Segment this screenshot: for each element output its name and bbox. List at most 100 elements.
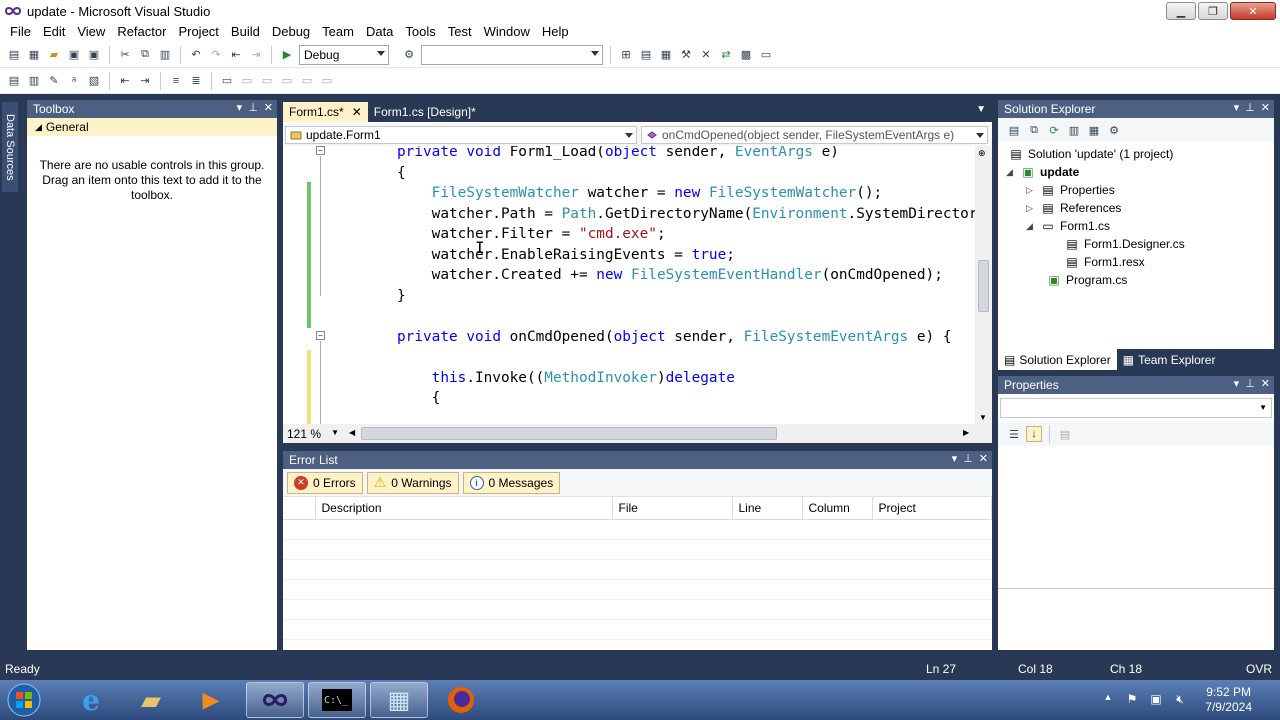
menu-tools[interactable]: Tools (399, 22, 441, 42)
menu-file[interactable]: File (4, 22, 37, 42)
tab-team-explorer[interactable]: ▦ Team Explorer (1117, 349, 1222, 370)
previous-bookmark-folder-icon[interactable]: ▭ (279, 73, 295, 89)
window-position-icon[interactable]: ▾ (1234, 101, 1240, 114)
clear-bookmarks-icon[interactable]: ▭ (319, 73, 335, 89)
close-tab-icon[interactable]: ✕ (352, 105, 362, 119)
refresh-icon[interactable]: ⟳ (1046, 122, 1062, 138)
menu-edit[interactable]: Edit (37, 22, 71, 42)
view-code-icon[interactable]: ▥ (1066, 122, 1082, 138)
taskbar-firefox[interactable] (432, 682, 490, 718)
decrease-indent-icon[interactable]: ⇤ (117, 73, 133, 89)
scroll-down-icon[interactable]: ▼ (979, 413, 987, 422)
warnings-filter-button[interactable]: ⚠ 0 Warnings (366, 471, 459, 494)
toolbox-icon[interactable]: ⚒ (678, 47, 694, 63)
vertical-scroll-thumb[interactable] (978, 260, 989, 312)
taskbar-file-explorer[interactable]: ▰ (122, 682, 180, 718)
collapse-triangle-icon[interactable]: ◢ (1026, 221, 1036, 232)
menu-test[interactable]: Test (442, 22, 478, 42)
properties-window-icon[interactable]: ▤ (638, 47, 654, 63)
solution-configuration-select[interactable]: Debug (299, 44, 389, 65)
toolbox-section-general[interactable]: ◢ General (27, 118, 277, 136)
start-page-icon[interactable]: ⇄ (718, 47, 734, 63)
expand-triangle-icon[interactable]: ▷ (1026, 203, 1036, 214)
previous-bookmark-icon[interactable]: ▭ (239, 73, 255, 89)
taskbar-internet-explorer[interactable]: e (62, 682, 120, 718)
taskbar-visual-studio[interactable] (246, 682, 304, 718)
pin-icon[interactable]: ⊥ (1245, 377, 1255, 390)
collapse-region-icon[interactable]: − (316, 331, 325, 340)
display-quick-info-icon[interactable]: ✎ (46, 73, 62, 89)
display-parameter-info-icon[interactable]: ▥ (26, 73, 42, 89)
display-word-completion-icon[interactable]: ᵃ (66, 73, 82, 89)
column-header-project[interactable]: Project (872, 497, 992, 520)
close-icon[interactable]: ✕ (979, 452, 988, 465)
object-browser-icon[interactable]: ▦ (658, 47, 674, 63)
open-file-icon[interactable]: ▰ (46, 47, 62, 63)
editor-vertical-scrollbar[interactable]: ⊕ ▼ (975, 146, 992, 424)
comment-lines-icon[interactable]: ≡ (168, 73, 184, 89)
pin-icon[interactable]: ⊥ (248, 101, 258, 114)
window-position-icon[interactable]: ▾ (952, 452, 958, 465)
tab-form1-design[interactable]: Form1.cs [Design]* (368, 102, 482, 122)
tab-overflow-chevron-icon[interactable]: ▼ (976, 104, 986, 115)
split-handle-icon[interactable]: ⊕ (978, 148, 986, 159)
minimize-button[interactable]: ▁ (1166, 2, 1196, 20)
tree-item-form1-designer[interactable]: ▤ Form1.Designer.cs (1064, 235, 1184, 253)
scroll-right-icon[interactable]: ▶ (963, 428, 969, 437)
menu-view[interactable]: View (71, 22, 111, 42)
toggle-bookmark-icon[interactable]: ▭ (219, 73, 235, 89)
save-all-icon[interactable]: ▣ (86, 47, 102, 63)
collapse-triangle-icon[interactable]: ◢ (1006, 167, 1016, 178)
tree-item-program-cs[interactable]: ▣ Program.cs (1046, 271, 1127, 289)
pin-icon[interactable]: ⊥ (1245, 101, 1255, 114)
property-grid[interactable] (998, 454, 1274, 589)
show-hidden-icons-icon[interactable]: ▲ (1100, 692, 1116, 708)
taskbar-clock[interactable]: 9:52 PM 7/9/2024 (1205, 685, 1252, 715)
start-debugging-icon[interactable]: ▶ (279, 47, 295, 63)
increase-indent-icon[interactable]: ⇥ (137, 73, 153, 89)
taskbar-command-prompt[interactable]: C:\_ (308, 682, 366, 718)
menu-help[interactable]: Help (536, 22, 575, 42)
close-window-button[interactable]: ✕ (1230, 2, 1276, 20)
column-header-file[interactable]: File (612, 497, 733, 520)
pin-icon[interactable]: ⊥ (963, 452, 973, 465)
errors-filter-button[interactable]: ✕ 0 Errors (287, 471, 363, 494)
code-text-area[interactable]: − − private void Form1_Load(object sende… (283, 146, 975, 424)
menu-data[interactable]: Data (360, 22, 399, 42)
tree-item-properties[interactable]: ▷ ▤ Properties (1026, 181, 1115, 199)
add-item-icon[interactable]: ▦ (26, 47, 42, 63)
expand-triangle-icon[interactable]: ▷ (1026, 185, 1036, 196)
next-bookmark-folder-icon[interactable]: ▭ (299, 73, 315, 89)
tab-solution-explorer[interactable]: ▤ Solution Explorer (998, 349, 1117, 370)
window-position-icon[interactable]: ▾ (237, 101, 243, 114)
save-icon[interactable]: ▣ (66, 47, 82, 63)
column-header-column[interactable]: Column (802, 497, 873, 520)
menu-refactor[interactable]: Refactor (111, 22, 172, 42)
show-all-files-icon[interactable]: ⧉ (1026, 122, 1042, 138)
tree-item-form1-resx[interactable]: ▤ Form1.resx (1064, 253, 1144, 271)
volume-muted-icon[interactable]: 🔇︎ (1172, 692, 1188, 708)
close-icon[interactable]: ✕ (1261, 101, 1270, 114)
cut-icon[interactable]: ✂ (117, 47, 133, 63)
undo-icon[interactable]: ↶ (188, 47, 204, 63)
tree-item-project-update[interactable]: ◢ ▣ update (1006, 163, 1079, 181)
find-in-files-icon[interactable]: ⚙ (401, 47, 417, 63)
new-project-icon[interactable]: ▤ (6, 47, 22, 63)
column-header-severity[interactable] (283, 497, 316, 520)
display-object-member-list-icon[interactable]: ▤ (6, 73, 22, 89)
menu-build[interactable]: Build (225, 22, 266, 42)
tools-icon[interactable]: ✕ (698, 47, 714, 63)
navigate-backward-icon[interactable]: ⇤ (228, 47, 244, 63)
alphabetical-icon[interactable]: ↓ (1026, 426, 1042, 442)
tree-item-references[interactable]: ▷ ▤ References (1026, 199, 1121, 217)
menu-team[interactable]: Team (316, 22, 360, 42)
restore-button[interactable]: ❐ (1198, 2, 1228, 20)
paste-icon[interactable]: ▥ (157, 47, 173, 63)
close-icon[interactable]: ✕ (1261, 377, 1270, 390)
view-designer-icon[interactable]: ▦ (1086, 122, 1102, 138)
zoom-select[interactable]: 121 % ▼ (283, 424, 345, 443)
object-selector-dropdown[interactable]: ▼ (1000, 398, 1272, 418)
menu-project[interactable]: Project (172, 22, 224, 42)
tab-form1-cs[interactable]: Form1.cs* ✕ (283, 102, 368, 122)
taskbar-form-app[interactable]: ▦ (370, 682, 428, 718)
